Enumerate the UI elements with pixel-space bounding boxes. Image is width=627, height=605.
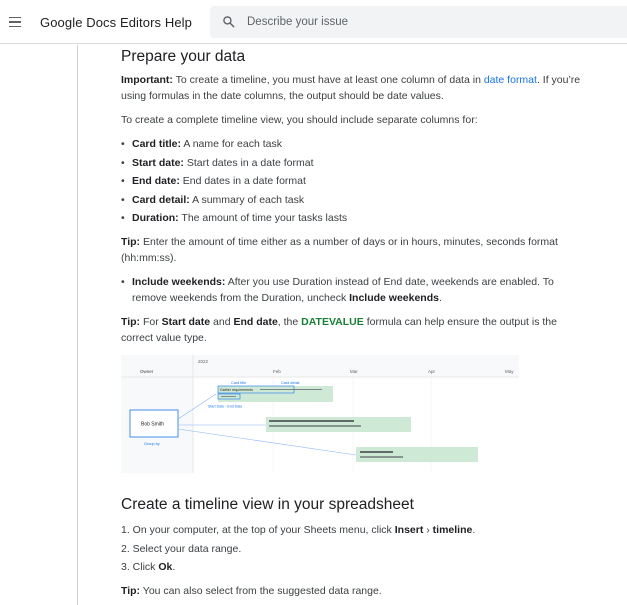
list-item-text: Start dates in a date format	[183, 156, 314, 169]
top-app-bar: Google Docs Editors Help Describe your i…	[0, 0, 627, 44]
ok-label: Ok	[158, 561, 173, 573]
tip-text: and	[210, 316, 234, 328]
list-item-label: Card title:	[132, 138, 182, 150]
left-divider	[77, 45, 78, 605]
month-label: May	[505, 369, 514, 374]
group-by-label: Group by	[144, 442, 160, 446]
month-label: Apr	[428, 369, 436, 374]
owner-name: Bob Smith	[141, 422, 164, 428]
step-text: 2. Select your data range.	[121, 542, 242, 555]
weekends-label: Include weekends:	[132, 276, 226, 288]
month-label: Feb	[273, 369, 281, 374]
columns-list: Card title: A name for each task Start d…	[121, 136, 591, 229]
tip-label: Tip:	[121, 236, 141, 248]
list-item-text: End dates in a date format	[179, 175, 306, 187]
list-item-text: The amount of time your tasks lasts	[178, 212, 348, 224]
important-text-a: To create a timeline, you must have at l…	[172, 74, 484, 86]
year-label: 2022	[198, 359, 209, 364]
card-detail-label: Card detail	[281, 381, 300, 385]
list-item-label: Duration:	[132, 212, 179, 224]
weekends-end: .	[438, 292, 442, 304]
tip-text: , the	[277, 316, 302, 328]
datevalue-function: DATEVALUE	[301, 316, 364, 328]
steps-list: 1. On your computer, at the top of your …	[121, 522, 591, 578]
list-item: 3. Click Ok.	[121, 559, 591, 578]
tip-text: For	[140, 316, 162, 328]
list-item-label: Card detail:	[132, 193, 190, 206]
owner-header: Owner	[140, 369, 154, 374]
list-item-label: Start date:	[132, 156, 184, 169]
card-title-text: Gather requirements	[220, 388, 253, 392]
date-format-link[interactable]: date format	[484, 74, 537, 86]
insert-menu-label: Insert	[394, 524, 424, 536]
hamburger-menu-icon[interactable]	[5, 12, 25, 32]
columns-intro: To create a complete timeline view, you …	[121, 114, 478, 126]
start-end-label: Start Date - End Date	[208, 405, 242, 409]
chevron-right-icon: ›	[423, 524, 433, 536]
tip-label: Tip:	[121, 316, 141, 328]
weekends-bold: Include weekends	[349, 292, 439, 304]
end-date-bold: End date	[233, 316, 278, 328]
month-label: Mar	[350, 369, 358, 374]
tip-text: Enter the amount of time either as a num…	[121, 236, 558, 264]
list-item: Card detail: A summary of each task	[121, 192, 591, 211]
step-text: .	[472, 524, 476, 536]
tip-duration: Tip: Enter the amount of time either as …	[121, 234, 591, 266]
list-item: End date: End dates in a date format	[121, 173, 591, 192]
step-text: .	[172, 561, 176, 573]
list-item: Include weekends: After you use Duration…	[121, 274, 591, 306]
section-heading-prepare-data: Prepare your data	[121, 48, 246, 65]
list-item: 2. Select your data range.	[121, 541, 591, 560]
list-item: Card title: A name for each task	[121, 136, 591, 155]
tip-label: Tip:	[121, 585, 141, 597]
step-text: 3. Click	[121, 561, 159, 573]
timeline-menu-label: timeline	[432, 524, 473, 536]
tip-datevalue: Tip: For Start date and End date, the DA…	[121, 314, 591, 346]
timeline-illustration: 2022 Owner Feb Mar Apr May Bob Smith Gro…	[121, 355, 519, 473]
tip-data-range: Tip: You can also select from the sugges…	[121, 583, 591, 599]
card-title-label: Card title	[231, 381, 246, 385]
search-input[interactable]: Describe your issue	[247, 16, 348, 28]
list-item-label: End date:	[132, 175, 180, 187]
step-text: 1. On your computer, at the top of your …	[121, 524, 395, 536]
section-heading-create-timeline: Create a timeline view in your spreadshe…	[121, 496, 414, 513]
list-item: 1. On your computer, at the top of your …	[121, 522, 591, 541]
start-date-bold: Start date	[161, 316, 211, 328]
list-item: Start date: Start dates in a date format	[121, 155, 591, 174]
list-item: Duration: The amount of time your tasks …	[121, 210, 591, 229]
task-bar	[266, 417, 411, 432]
weekends-list: Include weekends: After you use Duration…	[121, 274, 591, 306]
task-bar	[356, 447, 478, 462]
timeline-header	[121, 355, 519, 377]
list-item-text: A summary of each task	[189, 193, 305, 206]
list-item-text: A name for each task	[181, 138, 282, 150]
app-title[interactable]: Google Docs Editors Help	[40, 15, 192, 30]
tip-text: You can also select from the suggested d…	[140, 585, 382, 597]
important-label: Important:	[121, 74, 173, 86]
search-icon	[223, 16, 235, 28]
search-bar[interactable]: Describe your issue	[210, 6, 627, 38]
important-note: Important: To create a timeline, you mus…	[121, 72, 591, 104]
